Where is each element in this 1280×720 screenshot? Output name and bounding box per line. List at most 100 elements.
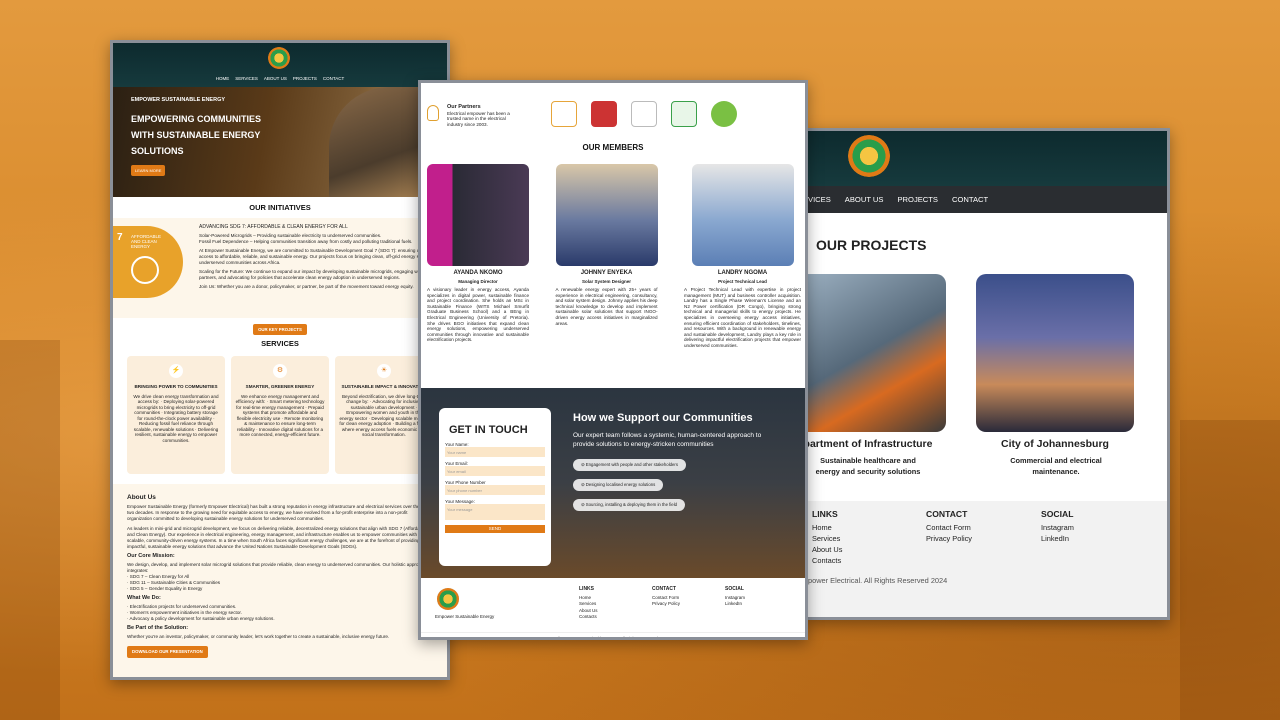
nav-services[interactable]: VICES [808,195,831,204]
footer-social-title: SOCIAL [1041,509,1074,519]
key-projects-button[interactable]: OUR KEY PROJECTS [253,324,307,335]
service-card: ⚙ SMARTER, GREENER ENERGY We enhance energ… [231,356,329,474]
footer-link[interactable]: LinkedIn [1041,533,1074,544]
footer-link[interactable]: LinkedIn [725,601,745,608]
footer-link[interactable]: Services [579,601,598,608]
service-title: SUSTAINABLE IMPACT & INNOVATION [341,384,427,389]
footer-contact-title: CONTACT [926,509,968,519]
member-bio: A visionary leader in energy access, Aya… [427,287,529,343]
project-desc: Sustainable healthcare and energy and se… [815,456,921,476]
partner-logo-empower [711,101,737,127]
projects-title: OUR PROJECTS [816,237,927,253]
footer-link[interactable]: Contacts [812,555,842,566]
nav-about[interactable]: ABOUT US [264,76,287,81]
nav-about[interactable]: ABOUT US [845,195,884,204]
nav-home[interactable]: HOME [216,76,230,81]
partner-logo-gauteng [551,101,577,127]
support-pill: ⊘ Engagement with people and other stake… [573,459,687,471]
site-header: HOME SERVICES ABOUT US PROJECTS CONTACT [113,43,447,87]
footer-link[interactable]: Privacy Policy [652,601,680,608]
gear-icon: ⚙ [273,364,287,378]
footer-contact-title: CONTACT [652,586,677,592]
member-card: JOHNNY ENYEKA Solar System Designer A rene… [552,164,662,349]
hero-kicker: EMPOWER SUSTAINABLE ENERGY [131,97,226,103]
lightning-icon: ⚡ [169,364,183,378]
partners-strip: Our Partners Electrical empower has been … [421,83,805,133]
whatwedo-item: · Advocacy & policy development for sust… [127,616,275,621]
service-title: BRINGING POWER TO COMMUNITIES [134,384,218,389]
about-paragraph: Empower Sustainable Energy (formerly Emp… [127,504,430,521]
learn-more-button[interactable]: LEARN MORE [131,165,166,176]
hero-banner: EMPOWER SUSTAINABLE ENERGY EMPOWERING CO… [113,87,447,197]
whatwedo-title: What We Do: [127,595,161,601]
nav-projects[interactable]: PROJECTS [897,195,938,204]
copyright: power Electrical. All Rights Reserved 20… [808,576,948,585]
member-card: AYANDA NKOMO Managing Director A visionary… [423,164,533,349]
footer-link[interactable]: Privacy Policy [926,533,972,544]
mission-item: · SDG 5 – Gender Equality in Energy [127,586,203,591]
pill-text: Engagement with people and other stakeho… [585,462,679,467]
copyright: © Empower Sustainable Energy. All Rights… [421,632,805,637]
site-footer: LINKS Home Services About Us Contacts CONTAC… [808,501,1167,617]
sun-icon: ☀ [377,364,391,378]
nav-contact[interactable]: CONTACT [952,195,988,204]
brand-logo[interactable] [268,47,290,69]
sdg-number: 7 [117,232,123,243]
phone-input[interactable]: Your phone number [445,485,545,495]
footer-links: LINKS Home Services About Us Contacts [579,586,598,621]
background-building [0,340,60,720]
member-bio: A Project Technical Lead with expertise … [684,287,801,348]
nav-contact[interactable]: CONTACT [323,76,344,81]
project-photo-infrastructure [808,274,946,432]
brand-logo[interactable] [437,588,459,610]
footer-link[interactable]: Instagram [1041,522,1074,533]
nav-services[interactable]: SERVICES [235,76,258,81]
project-desc: Commercial and electrical maintenance. [1010,456,1102,476]
service-card: ⚡ BRINGING POWER TO COMMUNITIES We drive c… [127,356,225,474]
contact-form: GET IN TOUCH Your Name: Your name Your Em… [439,408,551,566]
footer-contact: CONTACT Contact Form Privacy Policy [652,586,680,608]
footer-brand: Empower Sustainable Energy [435,614,495,619]
footer-social-title: SOCIAL [725,586,744,592]
footer-links-title: LINKS [579,586,594,592]
members-grid: AYANDA NKOMO Managing Director A visionary… [421,164,805,349]
support-pill: ⊘ Designing localised energy solutions [573,479,664,491]
footer-social: SOCIAL Instagram LinkedIn [1041,509,1074,544]
initiative-line: Fossil Fuel Dependence – Helping communi… [199,239,413,244]
email-input[interactable]: Your email [445,466,545,476]
initiatives-section: 7 AFFORDABLE AND CLEAN ENERGY ADVANCING … [113,218,447,318]
about-paragraph: As leaders in mini-grid and microgrid de… [127,526,426,549]
member-role: Project Technical Lead [718,279,767,284]
service-title: SMARTER, GREENER ENERGY [245,384,315,389]
background-building [1180,420,1280,720]
footer-link[interactable]: Home [812,522,842,533]
footer-link[interactable]: Contact Form [926,522,972,533]
main-nav: VICES ABOUT US PROJECTS CONTACT [808,186,1167,213]
services-grid: ⚡ BRINGING POWER TO COMMUNITIES We drive c… [113,356,447,474]
initiative-paragraph: Join Us: Whether you are a donor, policy… [199,284,414,289]
footer-social: SOCIAL Instagram LinkedIn [725,586,745,608]
service-body: We enhance energy management and efficie… [235,393,325,438]
send-button[interactable]: SEND [445,525,545,533]
member-name: LANDRY NGOMA [717,270,768,276]
download-presentation-button[interactable]: DOWNLOAD OUR PRESENTATION [127,646,208,658]
support-content: How we Support our Communities Our exper… [573,412,783,515]
nav-projects[interactable]: PROJECTS [293,76,317,81]
support-pill: ⊘ Sourcing, installing & deploying them … [573,499,686,511]
partner-logos [551,101,737,127]
name-input[interactable]: Your name [445,447,545,457]
member-photo [555,164,658,266]
service-body: We drive clean energy transformation and… [133,393,219,443]
footer-link[interactable]: About Us [812,544,842,555]
members-title: OUR MEMBERS [582,143,644,152]
homepage-screenshot: HOME SERVICES ABOUT US PROJECTS CONTACT EMPO… [110,40,450,680]
footer-links: LINKS Home Services About Us Contacts [812,509,842,566]
message-input[interactable]: Your message [445,504,545,520]
brand-logo[interactable] [848,135,890,177]
footer-link[interactable]: Services [812,533,842,544]
partner-logo-ekurhuleni [591,101,617,127]
footer-link[interactable]: Contacts [579,614,598,621]
member-card: LANDRY NGOMA Project Technical Lead A Proj… [680,164,805,349]
partners-text: Electrical empower has been a trusted na… [447,110,510,127]
members-page-screenshot: Our Partners Electrical empower has been … [418,80,808,640]
